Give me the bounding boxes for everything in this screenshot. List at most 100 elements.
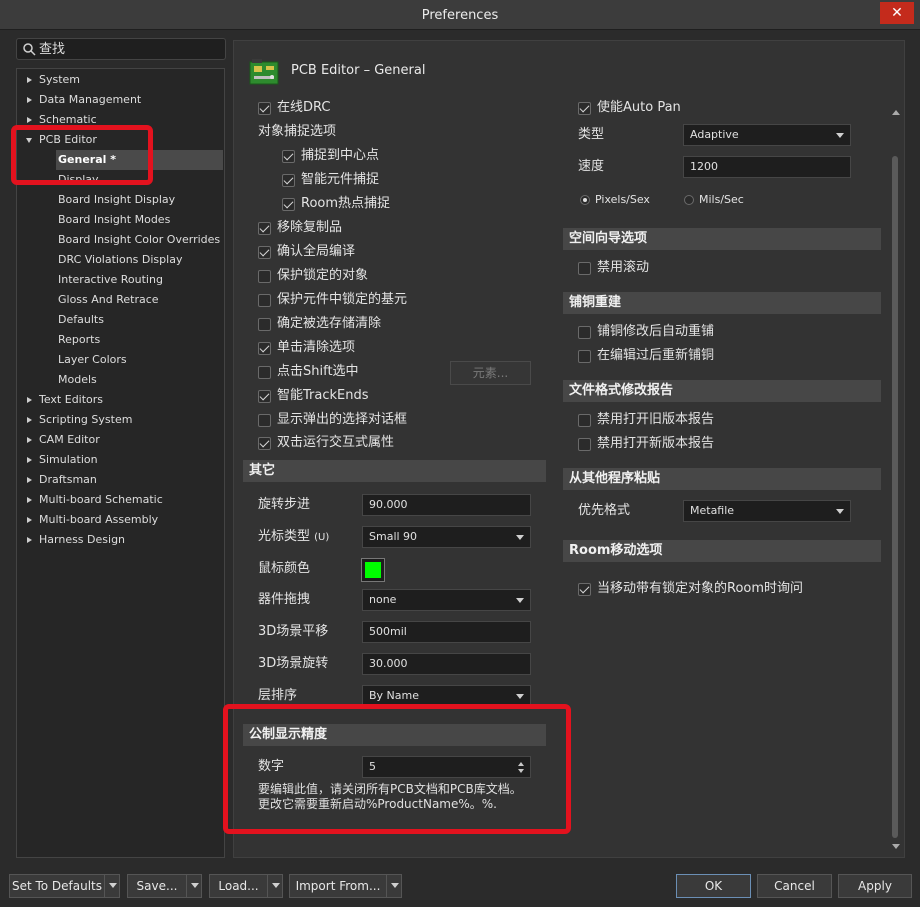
expand-arrow-icon[interactable] [27, 117, 32, 123]
cursor-type-dropdown[interactable]: Small 90 [362, 526, 531, 548]
tree-item-system[interactable]: System [27, 70, 80, 90]
chevron-down-icon [516, 535, 524, 540]
pan-speed-label: 速度 [578, 159, 605, 174]
expand-arrow-icon[interactable] [27, 517, 32, 523]
confirm-clear-checkbox[interactable] [258, 318, 271, 331]
tree-item-board-insight-color-overrides[interactable]: Board Insight Color Overrides [58, 230, 220, 250]
tree-item-cam-editor[interactable]: CAM Editor [27, 430, 100, 450]
preferred-format-dropdown[interactable]: Metafile [683, 500, 851, 522]
tree-item-draftsman[interactable]: Draftsman [27, 470, 97, 490]
tree-item-text-editors[interactable]: Text Editors [27, 390, 103, 410]
autopan-checkbox[interactable] [578, 102, 591, 115]
save-button[interactable]: Save... [127, 874, 202, 898]
pan-3d-input[interactable]: 500mil [362, 621, 531, 643]
scroll-thumb[interactable] [892, 156, 898, 838]
chevron-down-icon[interactable] [191, 883, 199, 888]
tree-item-scripting-system[interactable]: Scripting System [27, 410, 132, 430]
expand-arrow-icon[interactable] [27, 417, 32, 423]
confirm-global-checkbox[interactable] [258, 246, 271, 259]
import-from-button[interactable]: Import From... [289, 874, 402, 898]
search-box[interactable] [16, 38, 226, 60]
expand-arrow-icon[interactable] [27, 437, 32, 443]
space-nav-header: 空间向导选项 [563, 228, 881, 250]
room-move-ask-checkbox[interactable] [578, 583, 591, 596]
disable-scroll-checkbox[interactable] [578, 262, 591, 275]
window-title: Preferences [421, 8, 499, 23]
load-button[interactable]: Load... [209, 874, 283, 898]
repour-edit-checkbox[interactable] [578, 350, 591, 363]
tree-item-board-insight-display[interactable]: Board Insight Display [58, 190, 175, 210]
primitives-button[interactable]: 元素... [450, 361, 531, 385]
tree-item-data-management[interactable]: Data Management [27, 90, 141, 110]
cancel-button[interactable]: Cancel [757, 874, 832, 898]
tree-item-models[interactable]: Models [58, 370, 97, 390]
chevron-down-icon[interactable] [272, 883, 280, 888]
snap-center-checkbox[interactable] [282, 150, 295, 163]
disable-new-report-checkbox[interactable] [578, 438, 591, 451]
cursor-color-fill [365, 562, 381, 578]
ok-button[interactable]: OK [676, 874, 751, 898]
expand-arrow-icon[interactable] [27, 77, 32, 83]
tree-item-layer-colors[interactable]: Layer Colors [58, 350, 127, 370]
scroll-down-icon[interactable] [892, 844, 900, 849]
search-icon [23, 43, 36, 56]
scroll-up-icon[interactable] [892, 110, 900, 115]
remove-duplicates-checkbox[interactable] [258, 222, 271, 235]
tree-item-multi-board-assembly[interactable]: Multi-board Assembly [27, 510, 158, 530]
chevron-down-icon[interactable] [391, 883, 399, 888]
click-clear-checkbox[interactable] [258, 342, 271, 355]
disable-old-report-checkbox[interactable] [578, 414, 591, 427]
tree-item-board-insight-modes[interactable]: Board Insight Modes [58, 210, 170, 230]
tree-item-interactive-routing[interactable]: Interactive Routing [58, 270, 163, 290]
smart-snap-checkbox[interactable] [282, 174, 295, 187]
expand-arrow-icon[interactable] [27, 397, 32, 403]
chevron-down-icon [516, 598, 524, 603]
tree-item-harness-design[interactable]: Harness Design [27, 530, 125, 550]
pan-type-dropdown[interactable]: Adaptive [683, 124, 851, 146]
rotation-step-input[interactable]: 90.000 [362, 494, 531, 516]
smart-trackends-checkbox[interactable] [258, 390, 271, 403]
expand-arrow-icon[interactable] [27, 97, 32, 103]
pixels-radio[interactable] [580, 195, 590, 205]
tree-item-defaults[interactable]: Defaults [58, 310, 104, 330]
chevron-down-icon[interactable] [109, 883, 117, 888]
online-drc-checkbox[interactable] [258, 102, 271, 115]
tree-item-gloss-and-retrace[interactable]: Gloss And Retrace [58, 290, 159, 310]
vertical-scrollbar[interactable] [889, 98, 903, 858]
highlight-box-metric [223, 704, 571, 834]
expand-arrow-icon[interactable] [27, 537, 32, 543]
component-drag-dropdown[interactable]: none [362, 589, 531, 611]
layer-order-label: 层排序 [258, 688, 298, 703]
tree-item-drc-violations-display[interactable]: DRC Violations Display [58, 250, 182, 270]
repour-modify-checkbox[interactable] [578, 326, 591, 339]
dblclick-inspect-checkbox[interactable] [258, 437, 271, 450]
protect-locked-checkbox[interactable] [258, 270, 271, 283]
tree-item-reports[interactable]: Reports [58, 330, 100, 350]
page-title: PCB Editor – General [291, 63, 426, 78]
tree-item-multi-board-schematic[interactable]: Multi-board Schematic [27, 490, 163, 510]
room-snap-checkbox[interactable] [282, 198, 295, 211]
rotation-step-label: 旋转步进 [258, 497, 311, 512]
room-move-header: Room移动选项 [563, 540, 881, 562]
rotate-3d-label: 3D场景旋转 [258, 656, 329, 671]
tree-item-simulation[interactable]: Simulation [27, 450, 98, 470]
set-defaults-button[interactable]: Set To Defaults [9, 874, 120, 898]
pan-speed-input[interactable]: 1200 [683, 156, 851, 178]
expand-arrow-icon[interactable] [27, 457, 32, 463]
rotate-3d-input[interactable]: 30.000 [362, 653, 531, 675]
cursor-color-label: 鼠标颜色 [258, 561, 311, 576]
shift-click-checkbox[interactable] [258, 366, 271, 379]
other-section-header: 其它 [243, 460, 546, 482]
expand-arrow-icon[interactable] [27, 477, 32, 483]
pcb-board-icon [249, 59, 279, 85]
protect-primitives-checkbox[interactable] [258, 294, 271, 307]
search-input[interactable] [39, 41, 219, 57]
apply-button[interactable]: Apply [838, 874, 912, 898]
cursor-color-swatch[interactable] [361, 558, 385, 582]
pan-type-label: 类型 [578, 127, 605, 142]
close-button[interactable]: ✕ [880, 2, 914, 24]
chevron-down-icon [836, 133, 844, 138]
show-popup-checkbox[interactable] [258, 414, 271, 427]
mils-radio[interactable] [684, 195, 694, 205]
expand-arrow-icon[interactable] [27, 497, 32, 503]
